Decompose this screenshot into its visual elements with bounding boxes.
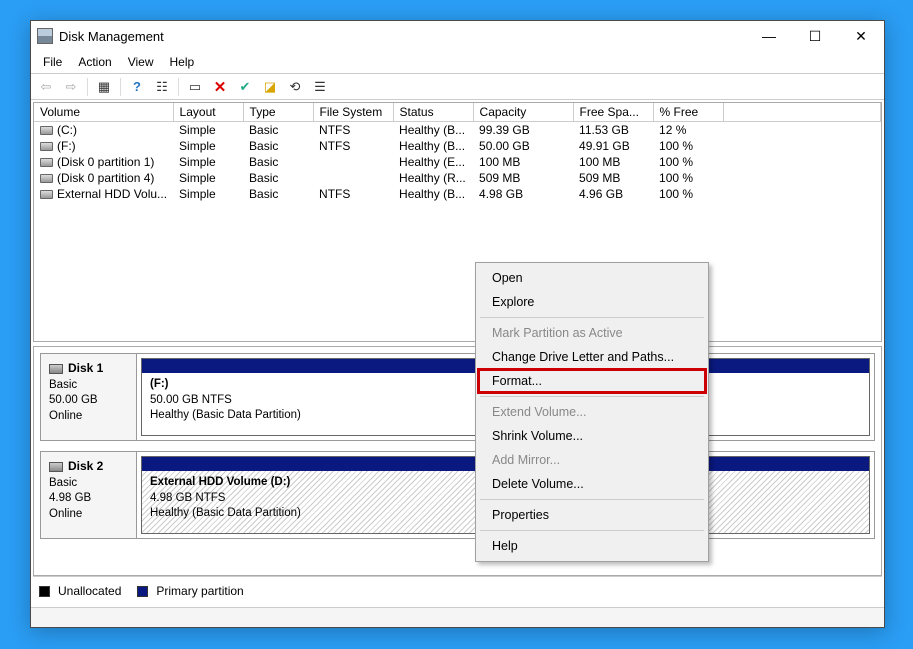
drive-icon [40,158,53,167]
view-icon[interactable]: ▦ [93,76,115,98]
col-pctfree[interactable]: % Free [653,103,723,122]
drive-icon [40,142,53,151]
menu-action[interactable]: Action [70,53,119,71]
toolbar: ⇦ ⇨ ▦ ? ☷ ▭ ✕ ✔ ◪ ⟲ ☰ [31,74,884,100]
minimize-button[interactable]: — [746,21,792,51]
settings-icon[interactable]: ☷ [151,76,173,98]
volumes-table: Volume Layout Type File System Status Ca… [34,103,881,202]
action-icon[interactable]: ◪ [259,76,281,98]
disk-management-window: Disk Management — ☐ ✕ File Action View H… [30,20,885,628]
col-volume[interactable]: Volume [34,103,173,122]
col-spacer [723,103,880,122]
ctx-delete[interactable]: Delete Volume... [478,472,706,496]
legend: Unallocated Primary partition [33,576,882,605]
table-row[interactable]: External HDD Volu...SimpleBasicNTFSHealt… [34,186,881,202]
menu-view[interactable]: View [120,53,162,71]
drive-icon [40,126,53,135]
disk-icon [49,364,63,374]
table-row[interactable]: (C:)SimpleBasicNTFSHealthy (B...99.39 GB… [34,122,881,139]
drive-icon [40,190,53,199]
ctx-change-letter[interactable]: Change Drive Letter and Paths... [478,345,706,369]
table-row[interactable]: (F:)SimpleBasicNTFSHealthy (B...50.00 GB… [34,138,881,154]
delete-icon[interactable]: ✕ [209,76,231,98]
help-icon[interactable]: ? [126,76,148,98]
legend-swatch-unallocated [39,586,50,597]
col-free[interactable]: Free Spa... [573,103,653,122]
ctx-properties[interactable]: Properties [478,503,706,527]
forward-icon: ⇨ [60,76,82,98]
maximize-button[interactable]: ☐ [792,21,838,51]
list-icon[interactable]: ☰ [309,76,331,98]
separator [120,78,121,96]
check-icon[interactable]: ✔ [234,76,256,98]
disk-row: Disk 2Basic4.98 GBOnlineExternal HDD Vol… [40,451,875,539]
separator [87,78,88,96]
col-capacity[interactable]: Capacity [473,103,573,122]
col-filesystem[interactable]: File System [313,103,393,122]
window-title: Disk Management [59,29,746,44]
table-header-row: Volume Layout Type File System Status Ca… [34,103,881,122]
titlebar[interactable]: Disk Management — ☐ ✕ [31,21,884,51]
legend-unallocated: Unallocated [58,584,121,598]
table-row[interactable]: (Disk 0 partition 4)SimpleBasicHealthy (… [34,170,881,186]
ctx-format[interactable]: Format... [478,369,706,393]
menubar: File Action View Help [31,51,884,74]
separator [480,530,704,531]
statusbar [31,607,884,627]
ctx-explore[interactable]: Explore [478,290,706,314]
menu-file[interactable]: File [35,53,70,71]
separator [480,499,704,500]
rescan-icon[interactable]: ▭ [184,76,206,98]
disks-pane[interactable]: Disk 1Basic50.00 GBOnline(F:)50.00 GB NT… [33,346,882,576]
ctx-open[interactable]: Open [478,266,706,290]
content-area: Volume Layout Type File System Status Ca… [31,100,884,607]
ctx-extend: Extend Volume... [478,400,706,424]
legend-swatch-primary [137,586,148,597]
ctx-add-mirror: Add Mirror... [478,448,706,472]
ctx-help[interactable]: Help [478,534,706,558]
separator [480,396,704,397]
disk-info[interactable]: Disk 1Basic50.00 GBOnline [41,354,137,440]
disk-row: Disk 1Basic50.00 GBOnline(F:)50.00 GB NT… [40,353,875,441]
col-type[interactable]: Type [243,103,313,122]
back-icon: ⇦ [35,76,57,98]
menu-help[interactable]: Help [162,53,203,71]
disk-icon [49,462,63,472]
close-button[interactable]: ✕ [838,21,884,51]
context-menu: Open Explore Mark Partition as Active Ch… [475,262,709,562]
ctx-shrink[interactable]: Shrink Volume... [478,424,706,448]
legend-primary: Primary partition [156,584,243,598]
ctx-mark-active: Mark Partition as Active [478,321,706,345]
refresh-icon[interactable]: ⟲ [284,76,306,98]
col-status[interactable]: Status [393,103,473,122]
app-icon [37,28,53,44]
volumes-pane: Volume Layout Type File System Status Ca… [33,102,882,342]
table-row[interactable]: (Disk 0 partition 1)SimpleBasicHealthy (… [34,154,881,170]
separator [480,317,704,318]
col-layout[interactable]: Layout [173,103,243,122]
separator [178,78,179,96]
drive-icon [40,174,53,183]
disk-info[interactable]: Disk 2Basic4.98 GBOnline [41,452,137,538]
